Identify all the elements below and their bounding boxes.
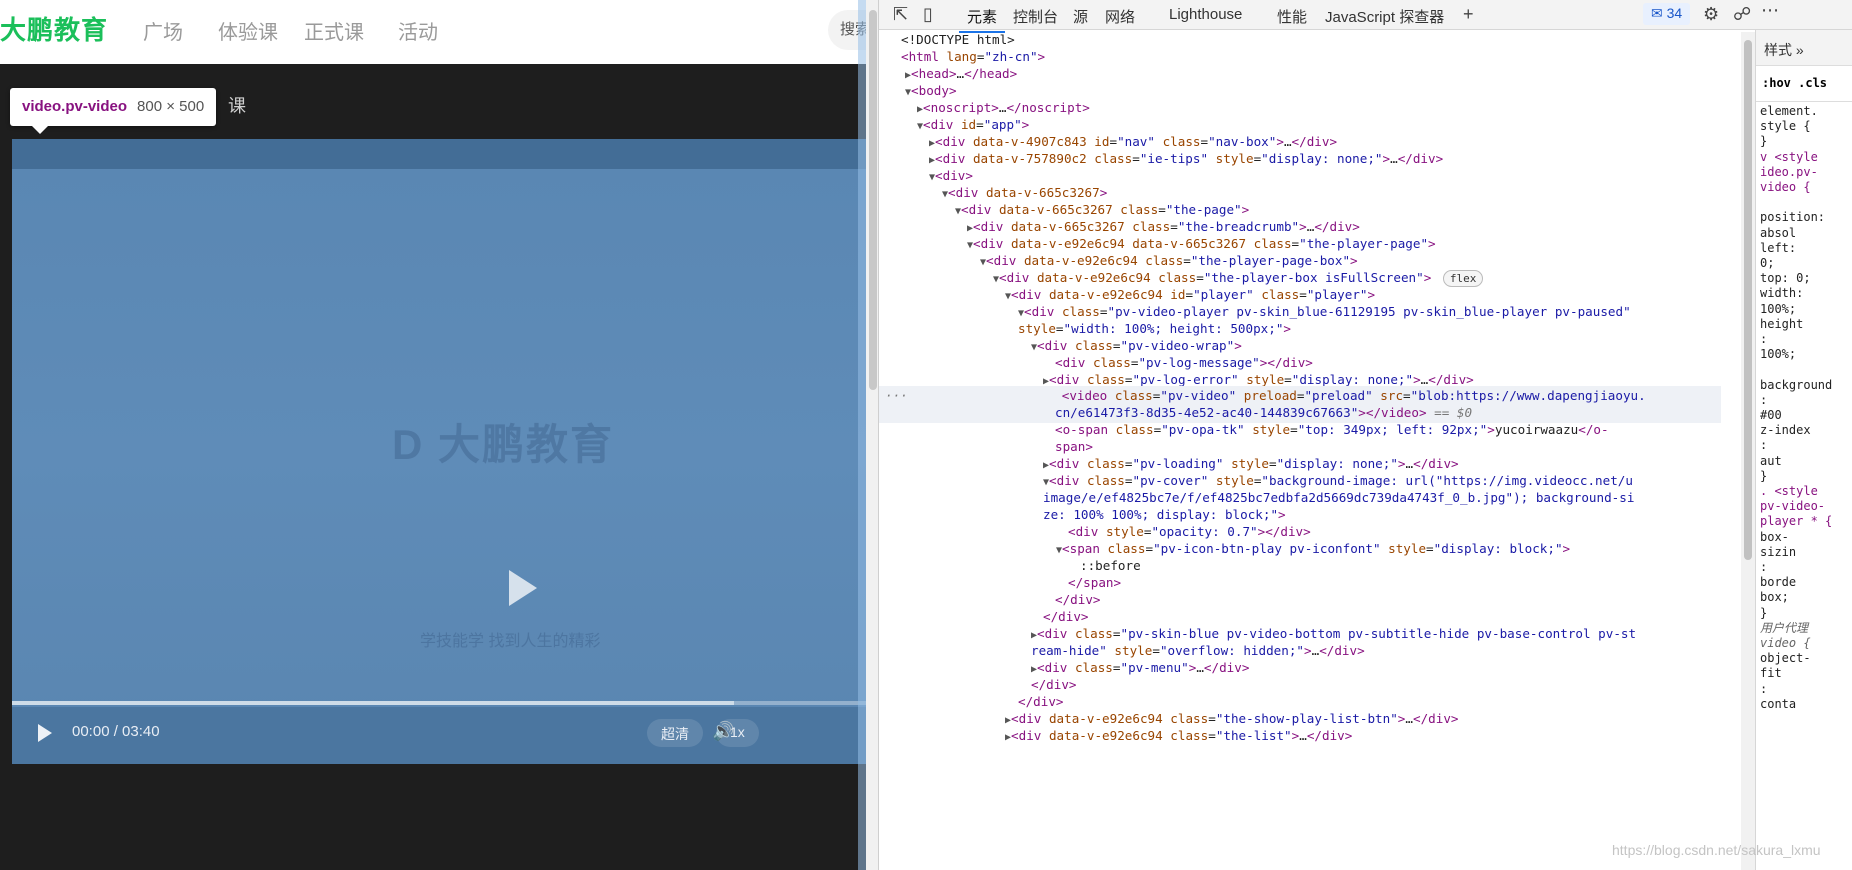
video-time: 00:00 / 03:40 — [72, 723, 160, 740]
blog-watermark: https://blog.csdn.net/sakura_lxmu — [1612, 842, 1821, 858]
video-control-bar: 00:00 / 03:40 🔊 超清 1x — [12, 707, 878, 764]
breadcrumb-text: 课 — [228, 96, 246, 116]
style-rule-line: conta — [1760, 696, 1797, 711]
video-player[interactable]: D 大鹏教育 学技能学 找到人生的精彩 00:00 / 03:40 🔊 超清 1… — [12, 139, 878, 764]
style-rule-line: style { — [1760, 119, 1811, 134]
dom-node[interactable]: ▶<div data-v-e92e6c94 class="the-list">…… — [879, 726, 1721, 746]
styles-rules: element. style {} v <style ideo.pv-video {p… — [1756, 102, 1852, 862]
page-scrollbar-thumb[interactable] — [869, 10, 877, 390]
video-watermark-logo: D 大鹏教育 — [392, 421, 615, 468]
tab-lighthouse[interactable]: Lighthouse — [1169, 6, 1242, 23]
dom-tree-scrollbar-thumb[interactable] — [1744, 40, 1752, 560]
video-top-overlay — [12, 139, 878, 169]
styles-panel: 样式 » :hov .cls element. style {} v <style i… — [1755, 30, 1852, 870]
site-logo[interactable]: 大鹏教育 — [0, 10, 108, 47]
nav-link-formal-course[interactable]: 正式课 — [304, 16, 364, 45]
style-rule-line: z-index — [1760, 423, 1811, 438]
quality-button[interactable]: 超清 — [647, 719, 703, 747]
inspect-tooltip: video.pv-video 800 × 500 — [10, 88, 217, 134]
tab-elements[interactable]: 元素 — [958, 6, 1006, 33]
big-play-icon[interactable] — [509, 570, 537, 606]
settings-gear-icon[interactable]: ⚙ — [1703, 4, 1719, 25]
inspect-tooltip-dims: 800 × 500 — [137, 98, 205, 115]
tab-console[interactable]: 控制台 — [1013, 6, 1058, 27]
dom-tree-scrollbar[interactable] — [1741, 32, 1755, 870]
nav-link-square[interactable]: 广场 — [143, 16, 183, 45]
add-tab-icon[interactable]: + — [1463, 4, 1474, 25]
style-rule-line: background — [1760, 377, 1833, 392]
inspect-tooltip-tag: video.pv-video — [22, 98, 128, 115]
video-buffer-fill — [12, 701, 734, 705]
tab-js-profiler[interactable]: JavaScript 探查器 — [1325, 6, 1444, 27]
styles-tab[interactable]: 样式 » — [1756, 30, 1852, 66]
device-toolbar-icon[interactable]: ▯ — [923, 4, 933, 25]
video-progress-bar[interactable] — [12, 701, 878, 705]
devtools-toolbar: ⇱ ▯ 元素 控制台 源 网络 Lighthouse 性能 JavaScript… — [879, 0, 1852, 33]
inspect-element-icon[interactable]: ⇱ — [893, 4, 908, 25]
devtools-panel: ⇱ ▯ 元素 控制台 源 网络 Lighthouse 性能 JavaScript… — [878, 0, 1852, 870]
screenshot-root: 大鹏教育 广场 体验课 正式课 活动 搜索i 课 D 大鹏教育 学技能学 找到人… — [0, 0, 1852, 870]
style-rule-line: video { — [1760, 180, 1811, 194]
speed-button[interactable]: 1x — [716, 719, 759, 747]
web-page: 大鹏教育 广场 体验课 正式课 活动 搜索i 课 D 大鹏教育 学技能学 找到人… — [0, 0, 878, 870]
issues-count: 34 — [1666, 5, 1683, 21]
video-watermark-slogan: 学技能学 找到人生的精彩 — [420, 633, 601, 650]
nav-link-trial-course[interactable]: 体验课 — [218, 16, 278, 45]
tab-network[interactable]: 网络 — [1105, 6, 1135, 27]
nav-link-activity[interactable]: 活动 — [398, 16, 438, 45]
play-icon[interactable] — [38, 724, 52, 742]
issues-badge[interactable]: ✉ 34 — [1643, 3, 1691, 25]
dom-tree: <!DOCTYPE html> <html lang="zh-cn"> ▶<he… — [879, 30, 1721, 870]
styles-filter-buttons[interactable]: :hov .cls — [1756, 66, 1852, 102]
tab-performance[interactable]: 性能 — [1277, 6, 1307, 27]
site-header: 大鹏教育 广场 体验课 正式课 活动 搜索i — [0, 0, 878, 64]
style-rule-line: 100%; — [1760, 347, 1797, 362]
connection-icon[interactable]: ☍ — [1733, 4, 1751, 25]
tab-sources[interactable]: 源 — [1073, 6, 1088, 27]
more-options-icon[interactable]: ⋯ — [1761, 0, 1779, 21]
